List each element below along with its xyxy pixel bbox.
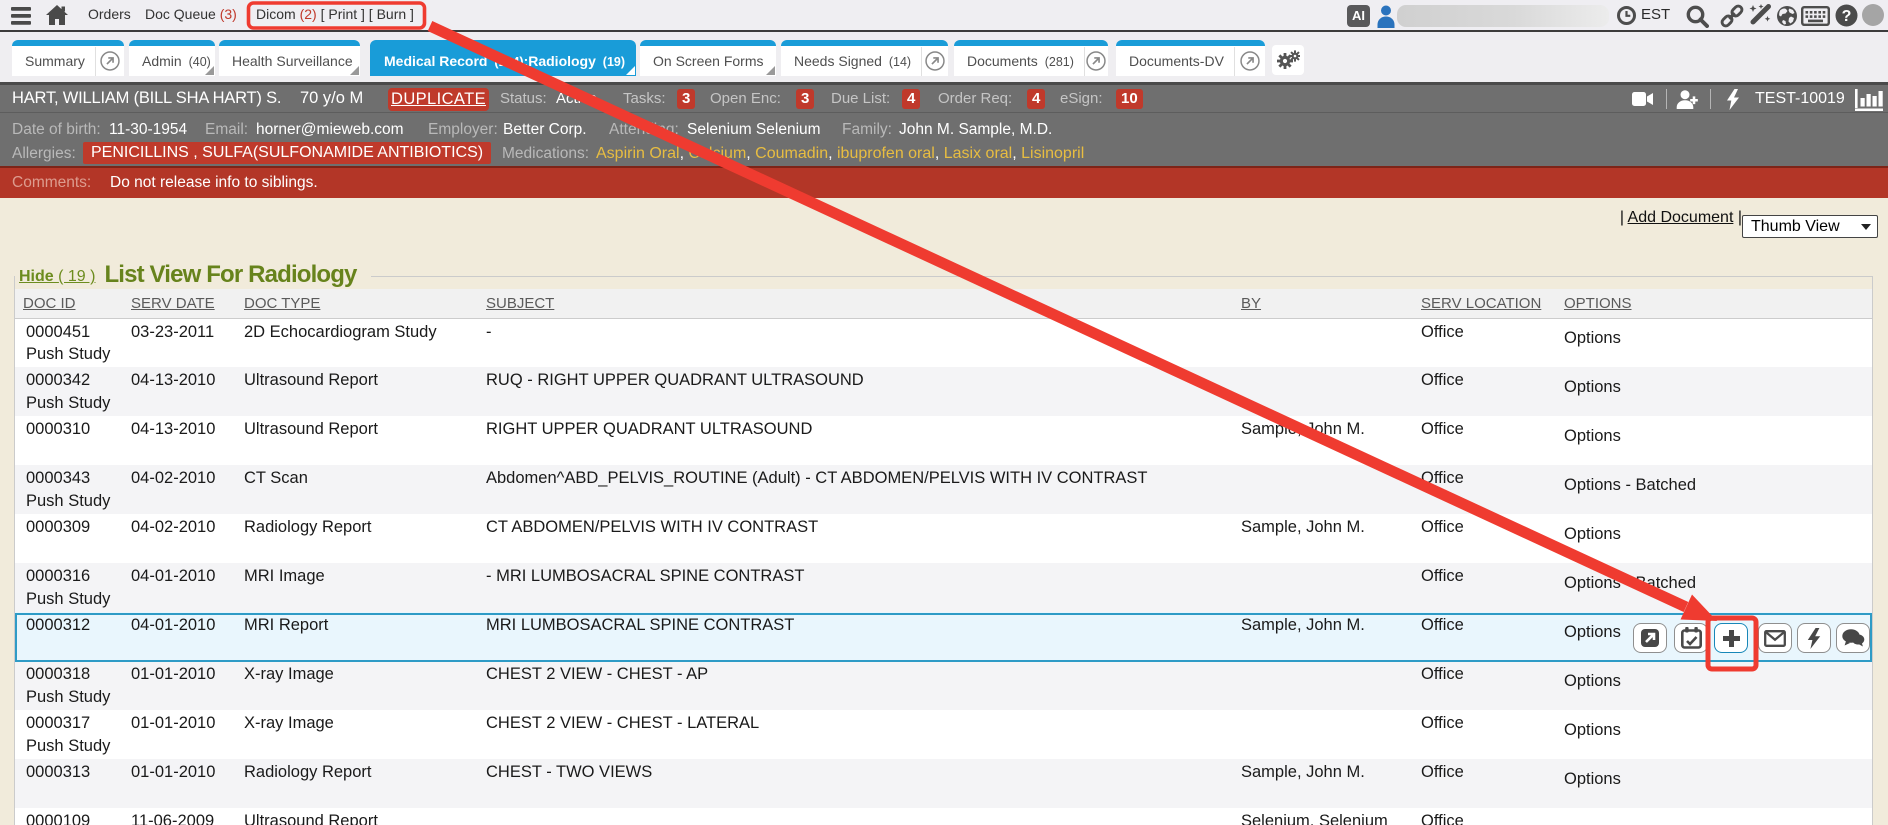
svg-text:?: ? — [1842, 8, 1852, 25]
